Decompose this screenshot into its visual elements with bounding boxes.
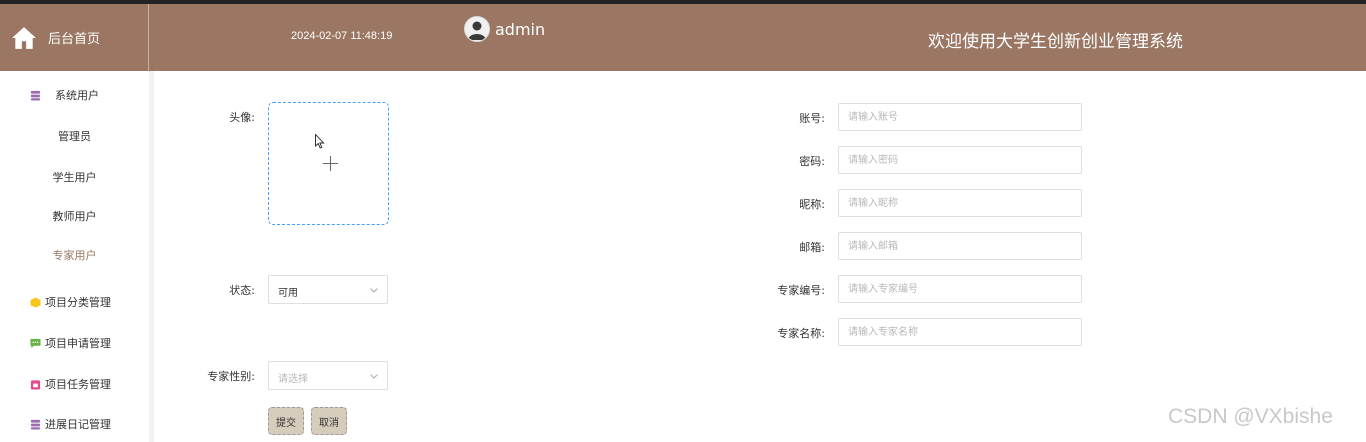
sidebar-group-category[interactable]: 项目分类管理	[30, 294, 111, 310]
email-label: 邮箱:	[799, 241, 825, 254]
sidebar-group-label: 项目申请管理	[45, 337, 111, 350]
sidebar-group-label: 进展日记管理	[45, 418, 111, 431]
home-icon	[12, 26, 36, 49]
watermark: CSDN @VXbishe	[1168, 405, 1333, 428]
sidebar-group-application[interactable]: 项目申请管理	[30, 335, 111, 351]
user-menu[interactable]: admin	[464, 16, 545, 42]
sidebar-item-teacher[interactable]: 教师用户	[0, 208, 149, 224]
account-label: 账号:	[799, 112, 825, 125]
cube-icon	[30, 296, 41, 308]
sidebar-group-task[interactable]: 项目任务管理	[30, 376, 111, 392]
database-icon	[30, 419, 41, 430]
status-label: 状态:	[229, 284, 255, 297]
chevron-down-icon	[370, 288, 378, 293]
home-label: 后台首页	[48, 32, 101, 47]
gender-select[interactable]: 请选择	[268, 361, 388, 390]
current-datetime: 2024-02-07 11:48:19	[291, 30, 393, 42]
account-input[interactable]	[838, 103, 1082, 131]
top-bar: 后台首页 2024-02-07 11:48:19 admin 欢迎使用大学生创新…	[0, 0, 1366, 71]
password-label: 密码:	[799, 155, 825, 168]
database-icon	[30, 90, 41, 101]
nickname-label: 昵称:	[799, 198, 825, 211]
home-link[interactable]: 后台首页	[0, 4, 149, 71]
nickname-input[interactable]	[838, 189, 1082, 217]
sidebar-group-system-users[interactable]: 系统用户	[30, 87, 99, 103]
sidebar-group-diary[interactable]: 进展日记管理	[30, 416, 111, 432]
submit-button[interactable]: 提交	[268, 407, 304, 435]
message-icon	[30, 338, 41, 348]
gender-placeholder: 请选择	[278, 374, 308, 385]
chevron-down-icon	[370, 374, 378, 379]
expert-name-input[interactable]	[838, 318, 1082, 346]
username: admin	[495, 19, 546, 39]
sidebar-group-label: 系统用户	[55, 89, 99, 102]
expert-no-label: 专家编号:	[777, 284, 825, 297]
email-input[interactable]	[838, 232, 1082, 260]
cancel-button[interactable]: 取消	[311, 407, 347, 435]
expert-name-label: 专家名称:	[777, 327, 825, 340]
expert-no-input[interactable]	[838, 275, 1082, 303]
sidebar-item-student[interactable]: 学生用户	[0, 169, 149, 185]
user-avatar-icon	[468, 21, 486, 40]
password-input[interactable]	[838, 146, 1082, 174]
plus-icon-vertical	[330, 156, 331, 171]
sidebar-item-admin[interactable]: 管理员	[0, 128, 149, 144]
sidebar-item-expert[interactable]: 专家用户	[0, 247, 149, 263]
avatar	[464, 16, 490, 42]
avatar-upload[interactable]	[268, 102, 389, 225]
gender-label: 专家性别:	[207, 370, 255, 383]
avatar-label: 头像:	[229, 111, 255, 124]
clipboard-icon	[30, 379, 41, 390]
status-value: 可用	[278, 288, 298, 299]
system-title: 欢迎使用大学生创新创业管理系统	[928, 32, 1183, 52]
sidebar-group-label: 项目任务管理	[45, 378, 111, 391]
status-select[interactable]: 可用	[268, 275, 388, 304]
mouse-cursor-icon	[315, 134, 325, 149]
sidebar-divider	[149, 71, 154, 442]
sidebar-group-label: 项目分类管理	[45, 296, 111, 309]
